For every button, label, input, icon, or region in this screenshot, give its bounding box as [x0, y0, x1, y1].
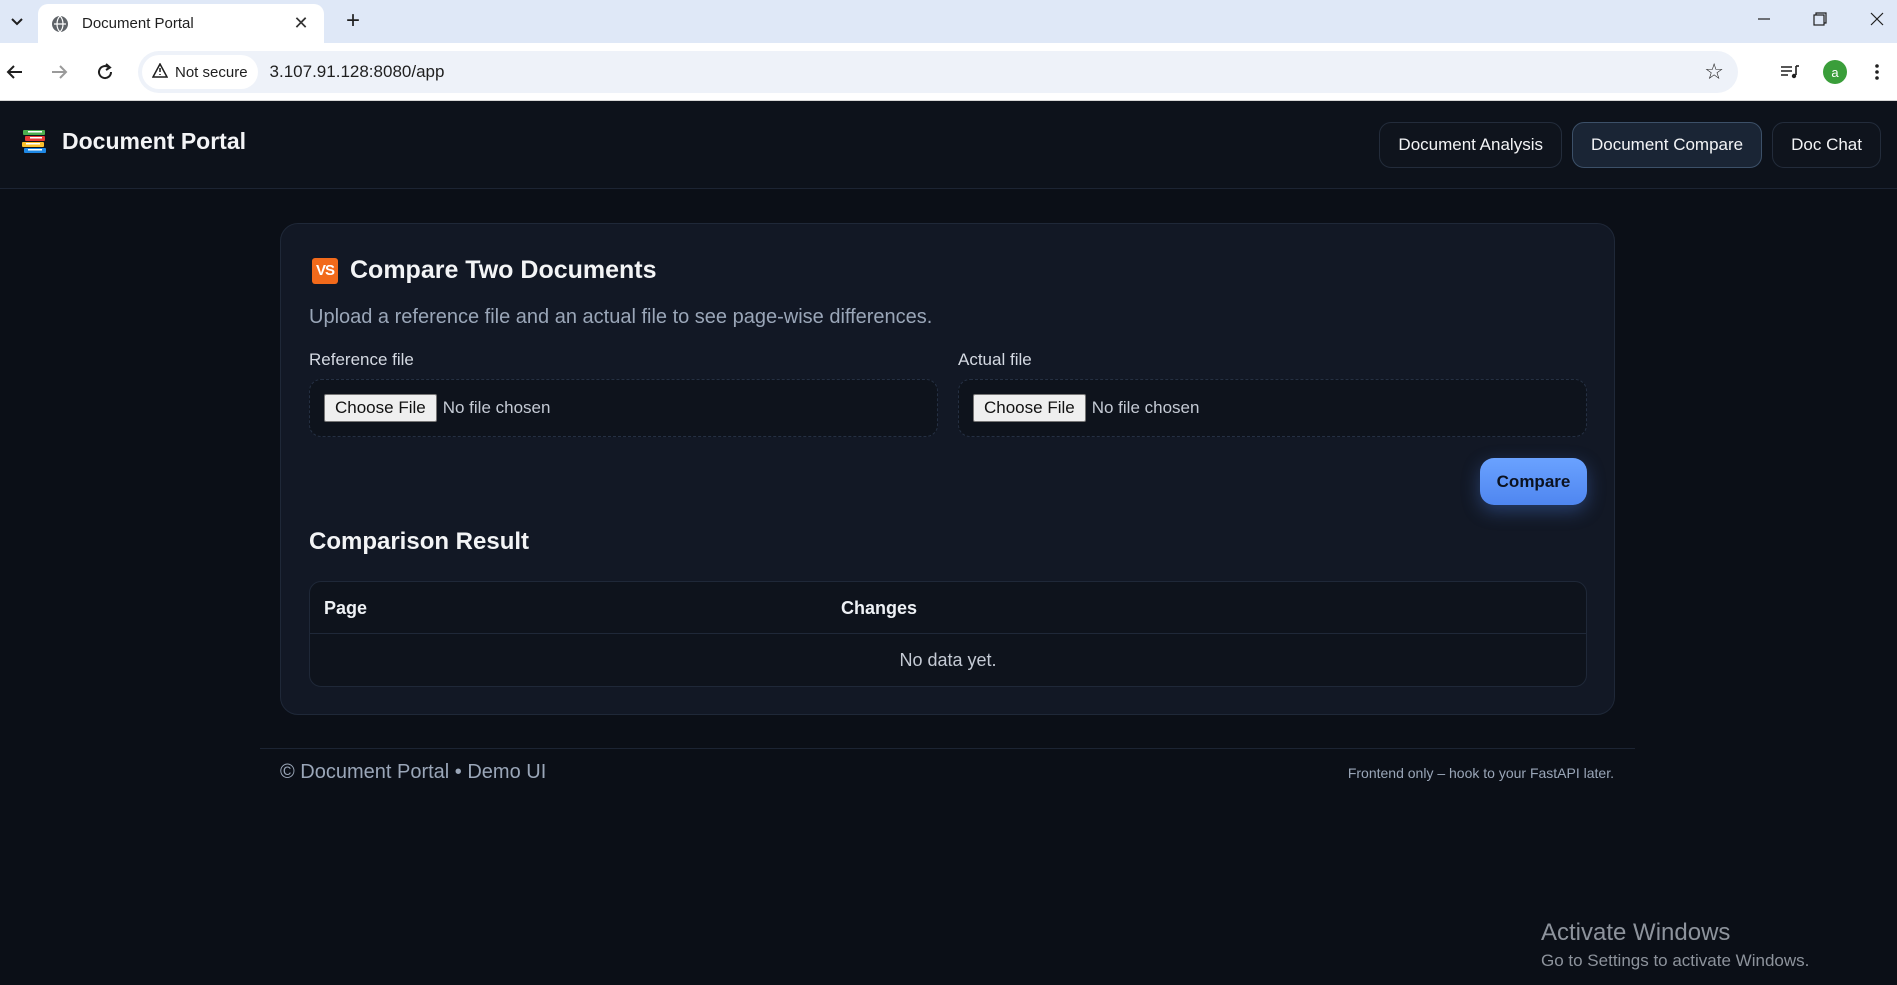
card-heading: Compare Two Documents: [350, 256, 657, 284]
card-subtitle: Upload a reference file and an actual fi…: [309, 306, 933, 328]
forward-arrow-icon[interactable]: [44, 57, 74, 87]
books-logo-icon: [20, 127, 48, 155]
minimize-icon[interactable]: [1744, 4, 1784, 34]
nav-doc-chat[interactable]: Doc Chat: [1772, 122, 1881, 168]
chevron-down-icon: [11, 18, 23, 26]
reference-file-input[interactable]: Choose File No file chosen: [309, 379, 938, 437]
url-text[interactable]: 3.107.91.128:8080/app: [270, 62, 445, 82]
back-arrow-icon[interactable]: [0, 57, 30, 87]
footer-copyright: © Document Portal • Demo UI: [280, 761, 547, 783]
table-row: No data yet.: [310, 634, 1586, 686]
address-bar[interactable]: Not secure 3.107.91.128:8080/app ☆: [138, 51, 1738, 93]
tab-list-button[interactable]: [4, 8, 30, 34]
new-tab-button[interactable]: +: [338, 6, 368, 36]
security-chip[interactable]: Not secure: [142, 55, 258, 89]
reference-file-label: Reference file: [309, 350, 414, 369]
nav-document-compare[interactable]: Document Compare: [1572, 122, 1763, 168]
main-nav: Document Analysis Document Compare Doc C…: [1379, 122, 1881, 168]
window-close-icon[interactable]: [1857, 4, 1897, 34]
column-header-page: Page: [324, 598, 368, 618]
compare-card: VS Compare Two Documents Upload a refere…: [280, 223, 1615, 715]
result-table: Page Changes No data yet.: [309, 581, 1587, 687]
activate-windows-subtitle: Go to Settings to activate Windows.: [1541, 951, 1810, 970]
restore-icon[interactable]: [1800, 4, 1840, 34]
table-header: Page Changes: [310, 582, 1586, 634]
app-header: Document Portal Document Analysis Docume…: [0, 101, 1897, 189]
actual-file-status: No file chosen: [1091, 398, 1200, 417]
reference-file-status: No file chosen: [442, 398, 551, 417]
brand-title: Document Portal: [62, 127, 247, 154]
compare-button[interactable]: Compare: [1480, 458, 1587, 505]
nav-document-analysis[interactable]: Document Analysis: [1379, 122, 1562, 168]
app-root: Document Portal Document Analysis Docume…: [0, 101, 1897, 985]
tab-title: Document Portal: [82, 15, 194, 32]
media-queue-icon[interactable]: [1775, 57, 1805, 87]
bookmark-star-icon[interactable]: ☆: [1704, 59, 1724, 85]
actual-choose-file-button[interactable]: Choose File: [973, 394, 1086, 422]
tab-close-icon[interactable]: ✕: [290, 13, 312, 35]
column-header-changes: Changes: [841, 598, 918, 618]
brand[interactable]: Document Portal: [20, 127, 246, 155]
warning-icon: [151, 61, 169, 82]
security-label: Not secure: [175, 63, 248, 81]
empty-state-text: No data yet.: [899, 649, 997, 670]
globe-icon: [50, 14, 70, 34]
activate-windows-title: Activate Windows: [1541, 919, 1731, 946]
card-title: VS Compare Two Documents: [312, 256, 657, 285]
browser-tab[interactable]: Document Portal ✕: [38, 4, 324, 43]
footer-divider: [260, 748, 1635, 749]
actual-file-input[interactable]: Choose File No file chosen: [958, 379, 1587, 437]
activate-windows-watermark: Activate Windows Go to Settings to activ…: [1541, 919, 1809, 971]
browser-tabstrip: Document Portal ✕ +: [0, 0, 1897, 43]
footer-note: Frontend only – hook to your FastAPI lat…: [1347, 765, 1614, 781]
more-menu-icon[interactable]: [1862, 57, 1892, 87]
reference-choose-file-button[interactable]: Choose File: [324, 394, 437, 422]
profile-avatar[interactable]: a: [1820, 57, 1850, 87]
result-heading: Comparison Result: [309, 528, 530, 555]
reload-icon[interactable]: [90, 57, 120, 87]
browser-toolbar: Not secure 3.107.91.128:8080/app ☆ a: [0, 43, 1897, 101]
vs-icon: VS: [312, 257, 338, 284]
actual-file-label: Actual file: [958, 350, 1032, 369]
